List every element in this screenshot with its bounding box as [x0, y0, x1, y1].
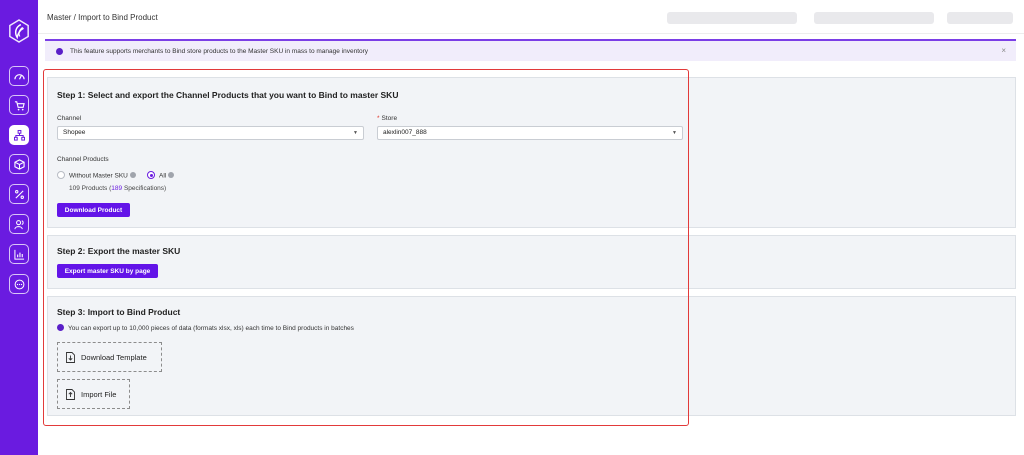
master-sku-icon[interactable] — [9, 125, 29, 145]
percent-icon[interactable] — [9, 184, 29, 204]
cart-icon[interactable] — [9, 95, 29, 115]
chart-icon[interactable] — [9, 244, 29, 264]
redacted-account-info — [667, 12, 797, 24]
close-icon[interactable]: × — [1001, 46, 1006, 55]
redacted-user-menu[interactable] — [947, 12, 1013, 24]
chat-icon[interactable] — [9, 274, 29, 294]
info-icon — [56, 47, 63, 55]
info-notice: This feature supports merchants to Bind … — [45, 39, 1016, 61]
brand-logo-icon[interactable] — [7, 18, 31, 44]
box-icon[interactable] — [9, 154, 29, 174]
highlight-annotation — [43, 69, 689, 426]
redacted-account-info-2 — [814, 12, 934, 24]
notice-text: This feature supports merchants to Bind … — [70, 47, 369, 55]
users-icon[interactable] — [9, 214, 29, 234]
top-bar: Master / Import to Bind Product — [38, 0, 1024, 34]
breadcrumb[interactable]: Master / Import to Bind Product — [47, 13, 158, 22]
dashboard-icon[interactable] — [9, 66, 29, 86]
sidebar — [0, 0, 38, 455]
